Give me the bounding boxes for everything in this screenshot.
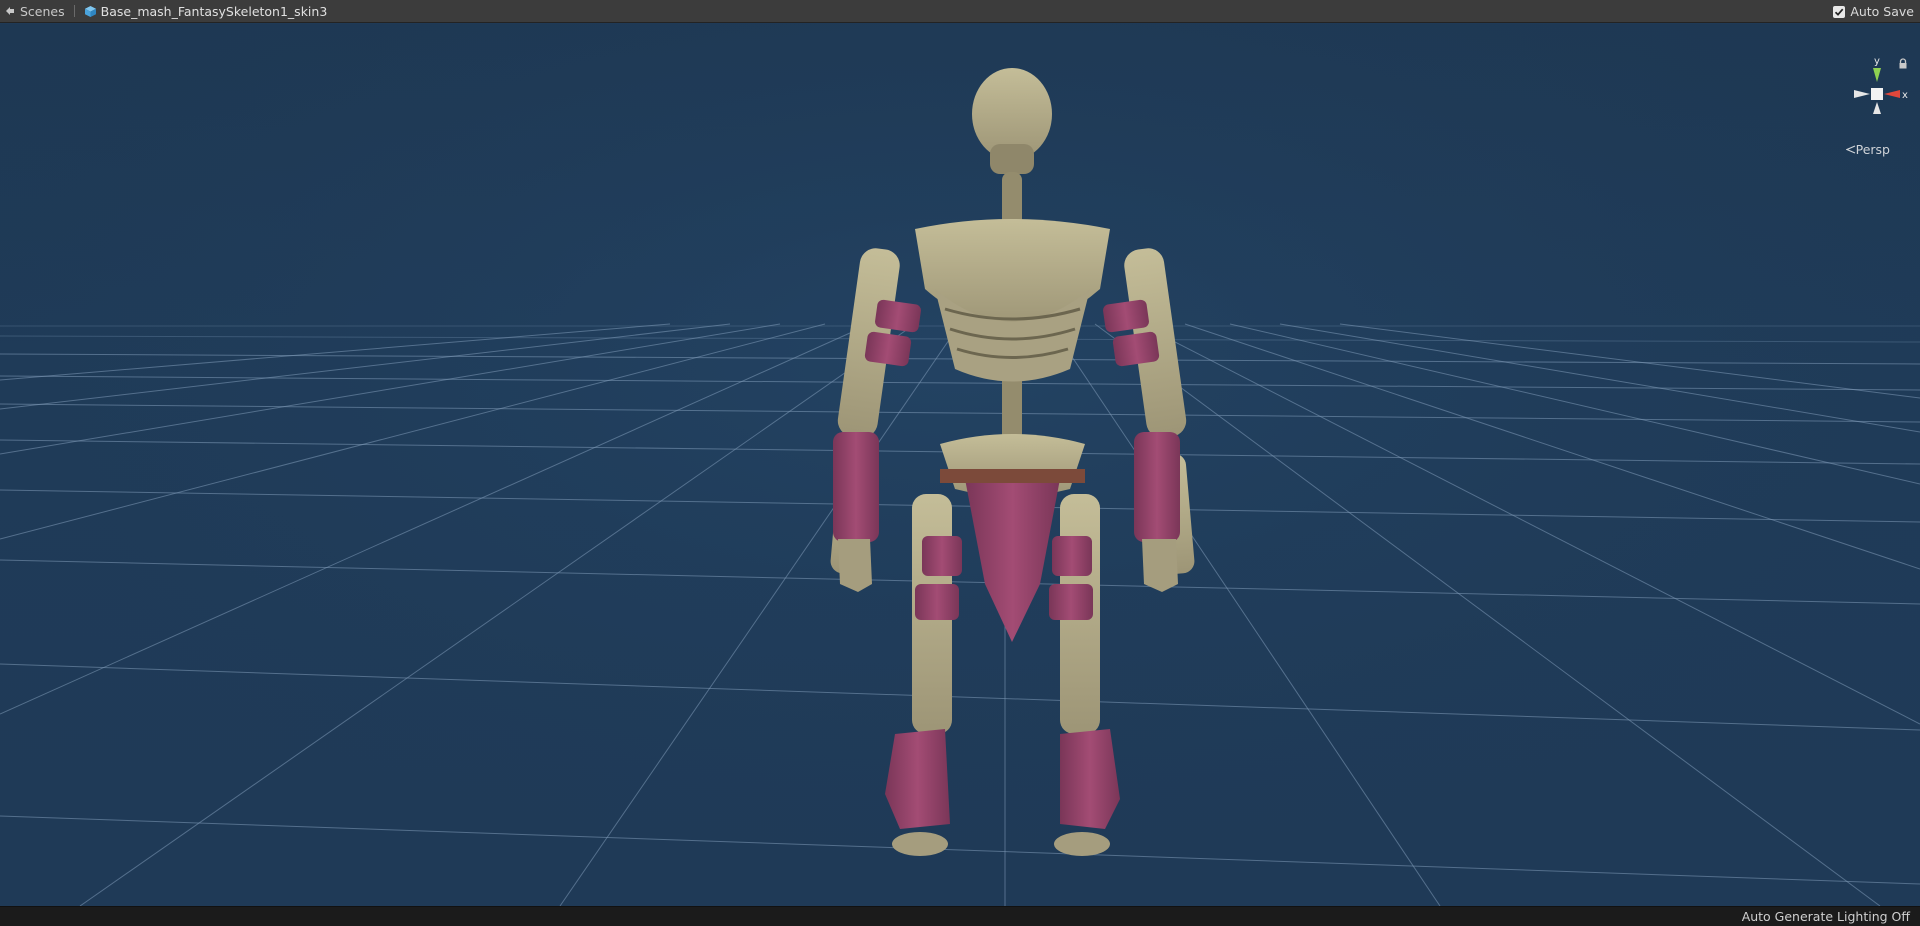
gizmo-axes — [1854, 68, 1900, 114]
lock-icon[interactable] — [1898, 58, 1908, 70]
scene-breadcrumb-bar: Scenes Base_mash_FantasySkeleton1_skin3 … — [0, 0, 1920, 23]
persp-icon — [1845, 145, 1855, 154]
breadcrumb-separator — [73, 5, 75, 17]
projection-label: Persp — [1855, 142, 1890, 157]
scene-viewport[interactable]: y x Persp — [0, 24, 1920, 906]
lighting-status[interactable]: Auto Generate Lighting Off — [1742, 909, 1910, 924]
breadcrumb-prefab[interactable]: Base_mash_FantasySkeleton1_skin3 — [84, 0, 328, 23]
auto-save-toggle[interactable]: Auto Save — [1833, 0, 1914, 23]
scene-canvas — [0, 24, 1920, 906]
auto-save-checkbox[interactable] — [1833, 5, 1846, 18]
breadcrumb-prefab-label: Base_mash_FantasySkeleton1_skin3 — [100, 3, 328, 19]
gizmo-y-label: y — [1874, 56, 1880, 67]
checkmark-icon — [1835, 8, 1844, 16]
breadcrumb-scenes-label: Scenes — [20, 3, 65, 19]
prefab-cube-icon — [84, 5, 96, 17]
projection-toggle[interactable]: Persp — [1845, 142, 1890, 157]
auto-save-label: Auto Save — [1850, 4, 1914, 19]
gizmo-x-label: x — [1902, 90, 1908, 101]
breadcrumb-scenes[interactable]: Scenes — [0, 0, 65, 23]
status-bar: Auto Generate Lighting Off — [0, 906, 1920, 926]
scenes-icon — [6, 7, 14, 15]
